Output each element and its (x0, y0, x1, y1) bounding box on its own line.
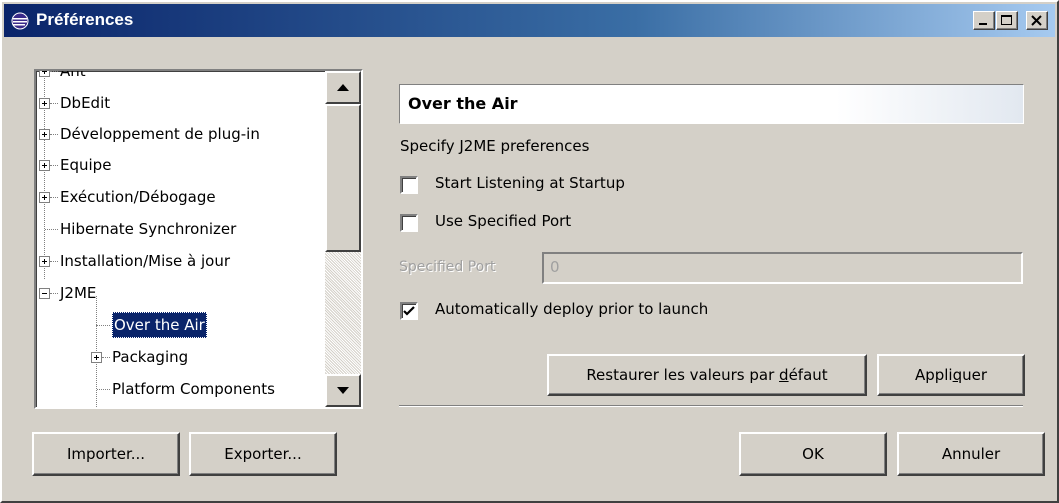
tree-item[interactable]: Hibernate Synchronizer (36, 215, 325, 243)
tree-connector (97, 389, 110, 390)
start-listening-label[interactable]: Start Listening at Startup (435, 174, 625, 192)
tree-item-label: Packaging (112, 348, 189, 366)
page-separator (399, 405, 1023, 407)
tree-item-label: Platform Components (112, 380, 275, 398)
checkmark-icon (403, 306, 415, 316)
tree-item-label: Equipe (60, 156, 112, 174)
tree-item-j2me[interactable]: J2ME (36, 279, 325, 307)
tree-connector (45, 229, 58, 230)
cancel-button[interactable]: Annuler (897, 432, 1045, 476)
export-label: Exporter... (224, 445, 302, 463)
scroll-thumb[interactable] (325, 104, 361, 252)
cancel-label: Annuler (941, 445, 1001, 463)
collapse-icon[interactable] (39, 288, 50, 299)
scroll-down-button[interactable] (325, 374, 361, 407)
tree-connector (50, 197, 58, 198)
title-bar[interactable]: Préférences (4, 4, 1055, 37)
expand-icon[interactable] (39, 160, 50, 171)
tree-item[interactable]: Installation/Mise à jour (36, 247, 325, 275)
ok-button[interactable]: OK (739, 432, 887, 476)
minimize-icon (979, 23, 987, 25)
tree-item-label: Développement de plug-in (60, 125, 260, 143)
restore-defaults-button[interactable]: Restaurer les valeurs par défaut (547, 354, 867, 396)
tree-item-label: Exécution/Débogage (60, 188, 216, 206)
apply-mnemonic: q (952, 366, 963, 384)
auto-deploy-checkbox[interactable] (400, 302, 418, 320)
tree-item[interactable]: DbEdit (36, 89, 325, 117)
tree-item[interactable]: Développement de plug-in (36, 120, 325, 148)
tree-item-label: Installation/Mise à jour (60, 252, 231, 270)
tree-connector (50, 134, 58, 135)
restore-defaults-mnemonic: d (779, 366, 789, 384)
specified-port-input[interactable]: 0 (542, 252, 1023, 284)
tree-connector (50, 261, 58, 262)
arrow-up-icon (337, 84, 349, 91)
ok-label: OK (802, 445, 824, 463)
minimize-button[interactable] (973, 11, 995, 30)
tree-connector (50, 293, 58, 294)
apply-suffix: uer (962, 366, 988, 384)
expand-icon[interactable] (91, 352, 102, 363)
maximize-button[interactable] (996, 11, 1018, 30)
maximize-icon (1001, 15, 1012, 25)
window-title: Préférences (36, 10, 134, 29)
expand-icon[interactable] (39, 192, 50, 203)
page-header: Over the Air (399, 84, 1024, 124)
preferences-window: Préférences Ant DbEdit Développement de … (0, 0, 1059, 503)
tree-item-label: Hibernate Synchronizer (60, 220, 237, 238)
specified-port-value: 0 (550, 258, 560, 276)
tree-item-label: J2ME (60, 284, 97, 302)
tree-connector (96, 325, 110, 326)
page-description: Specify J2ME preferences (400, 137, 590, 155)
tree-item-label-selected: Over the Air (112, 312, 207, 338)
restore-defaults-prefix: Restaurer les valeurs par (586, 366, 780, 384)
expand-icon[interactable] (39, 129, 50, 140)
tree-connector (50, 71, 58, 72)
import-button[interactable]: Importer... (32, 432, 180, 476)
specified-port-label: Specified Port (399, 259, 496, 275)
expand-icon[interactable] (39, 256, 50, 267)
apply-prefix: Appli (914, 366, 953, 384)
eclipse-app-icon (10, 11, 30, 31)
tree-connector (50, 165, 58, 166)
tree-item[interactable]: Equipe (36, 151, 325, 179)
expand-icon[interactable] (39, 98, 50, 109)
tree-connector (102, 357, 110, 358)
tree-item-over-the-air[interactable]: Over the Air (36, 311, 325, 339)
arrow-down-icon (337, 387, 349, 394)
tree-item[interactable]: Ant (36, 69, 325, 85)
expand-icon[interactable] (39, 71, 50, 77)
tree-item[interactable]: Packaging (36, 343, 325, 371)
close-button[interactable] (1026, 11, 1048, 30)
tree-item-label: DbEdit (60, 94, 111, 112)
export-button[interactable]: Exporter... (189, 432, 337, 476)
tree-item-label: Ant (60, 69, 86, 80)
import-label: Importer... (66, 445, 146, 463)
auto-deploy-label[interactable]: Automatically deploy prior to launch (435, 300, 708, 318)
scroll-up-button[interactable] (325, 71, 361, 104)
use-port-label[interactable]: Use Specified Port (435, 212, 571, 230)
tree-item[interactable]: Exécution/Débogage (36, 183, 325, 211)
preferences-tree[interactable]: Ant DbEdit Développement de plug-in Equi… (34, 69, 363, 409)
use-port-checkbox[interactable] (400, 214, 418, 232)
start-listening-checkbox[interactable] (400, 176, 418, 194)
page-title: Over the Air (408, 94, 518, 113)
close-icon (1031, 15, 1042, 26)
restore-defaults-suffix: éfaut (788, 366, 828, 384)
tree-scrollbar[interactable] (325, 71, 361, 407)
tree-item[interactable]: Platform Components (36, 375, 325, 403)
apply-button[interactable]: Appliquer (877, 354, 1025, 396)
tree-connector (50, 103, 58, 104)
